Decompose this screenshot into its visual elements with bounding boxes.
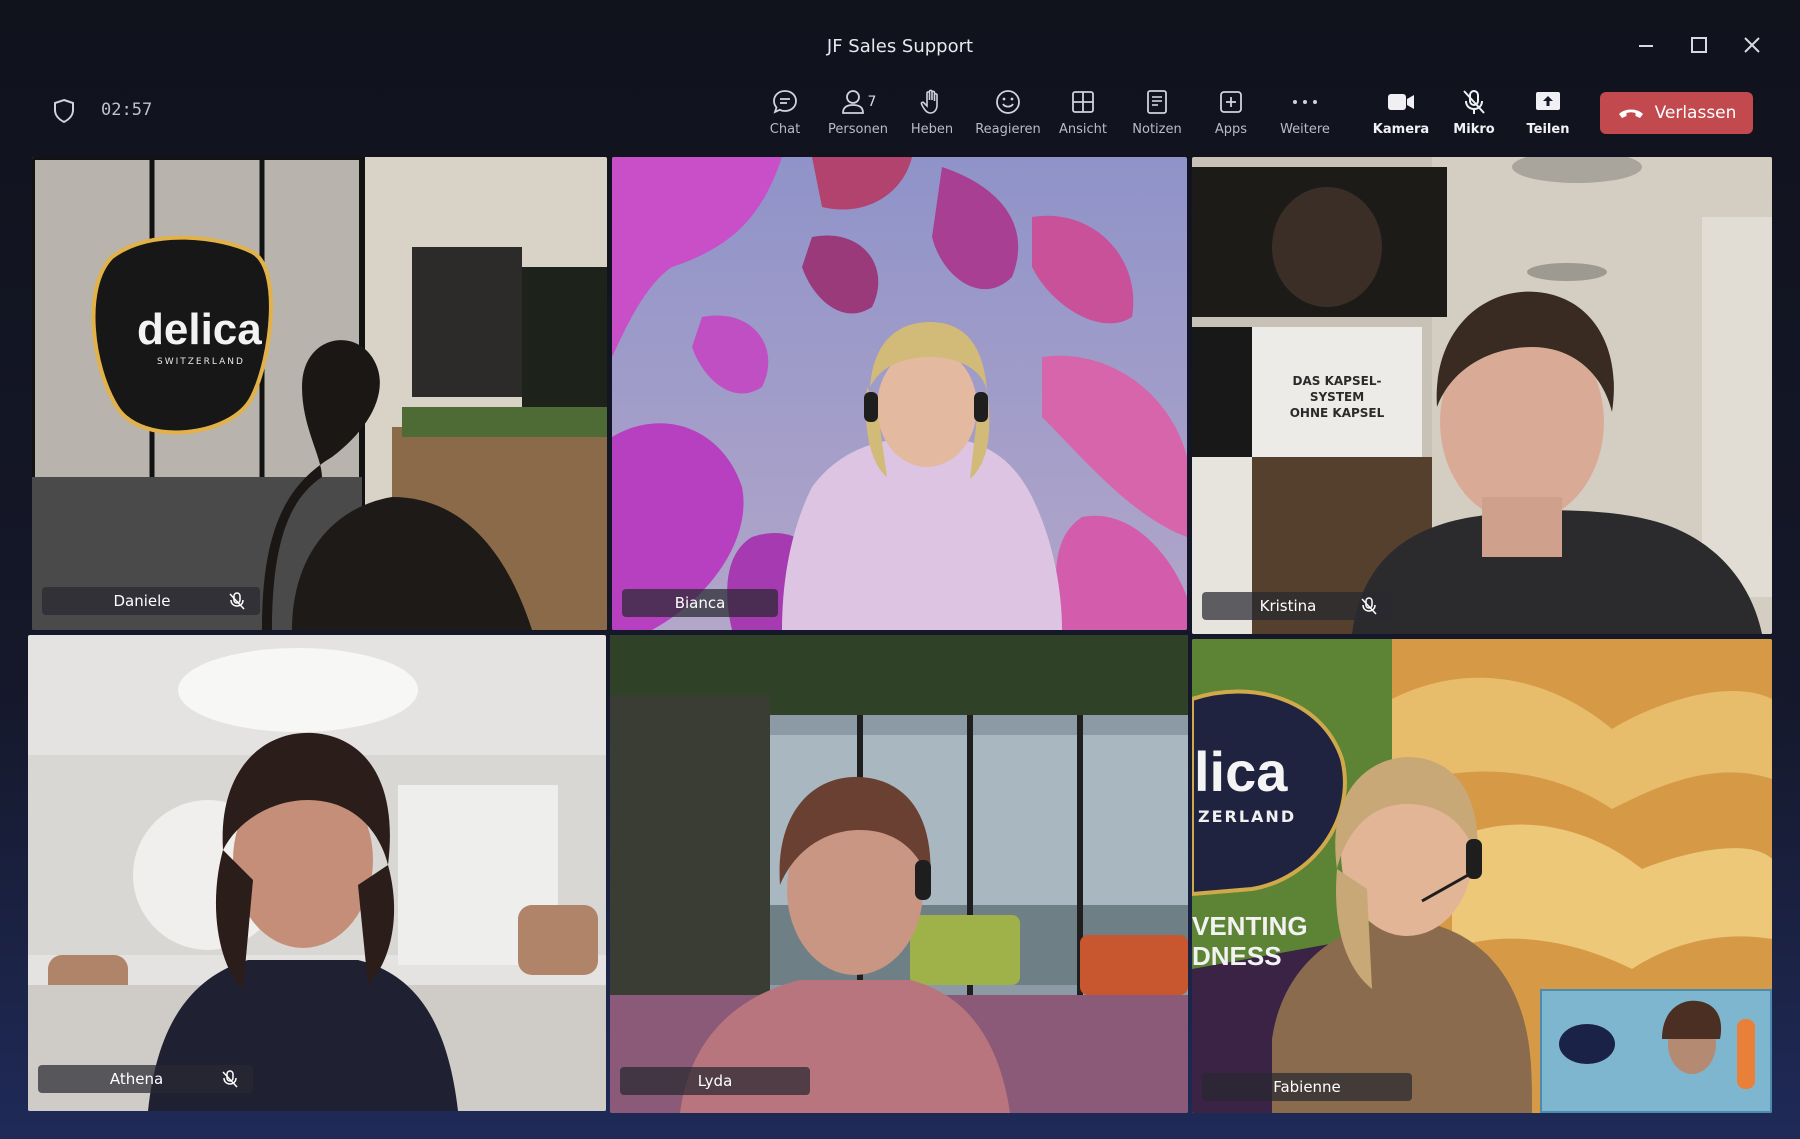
participant-tile-fabienne[interactable]: lica ZERLAND VENTING DNESS Fabienne [1192, 639, 1772, 1113]
banner-logo-text: lica [1194, 740, 1288, 803]
participant-name: Kristina [1259, 597, 1317, 615]
participant-tile-lyda[interactable]: Lyda [610, 635, 1188, 1113]
more-dots-icon [1293, 100, 1317, 104]
share-button[interactable]: Teilen [1511, 86, 1585, 144]
nameplate-kristina: Kristina [1202, 592, 1392, 620]
participant-name: Bianca [674, 594, 726, 612]
nameplate-daniele: Daniele [42, 587, 260, 615]
people-label: Personen [828, 122, 888, 137]
nameplate-lyda: Lyda [620, 1067, 810, 1095]
react-label: Reagieren [975, 122, 1041, 137]
people-button[interactable]: 7 Personen [821, 86, 895, 144]
chat-icon [773, 90, 797, 114]
participant-tile-bianca[interactable]: Bianca [612, 157, 1187, 630]
view-label: Ansicht [1058, 122, 1107, 137]
notes-button[interactable]: Notizen [1120, 86, 1194, 144]
delica-logo-subtext: SWITZERLAND [157, 357, 245, 367]
participant-tile-daniele[interactable]: delica SWITZERLAND Daniele [32, 157, 607, 630]
terrace-background [610, 635, 1188, 1113]
more-button[interactable]: Weitere [1268, 86, 1342, 144]
share-label: Teilen [1526, 122, 1570, 137]
mic-label: Mikro [1453, 122, 1495, 137]
mic-off-icon [222, 1070, 238, 1088]
participant-tile-athena[interactable]: Athena [28, 635, 606, 1111]
hang-up-icon [1618, 109, 1643, 118]
people-count: 7 [867, 94, 877, 110]
banner-slogan-line2: DNESS [1192, 941, 1282, 971]
teams-meeting-window: JF Sales Support 02:57 Chat 7 Personen H… [0, 0, 1800, 1139]
view-button[interactable]: Ansicht [1046, 86, 1120, 144]
nameplate-athena: Athena [38, 1065, 253, 1093]
nameplate-fabienne: Fabienne [1202, 1073, 1412, 1101]
leave-button[interactable]: Verlassen [1600, 92, 1753, 134]
camera-icon [1388, 94, 1414, 110]
mic-off-icon [229, 592, 245, 610]
office-background [32, 157, 607, 630]
chat-label: Chat [769, 122, 801, 137]
mic-button[interactable]: Mikro [1437, 86, 1511, 144]
shield-icon [54, 98, 74, 124]
react-button[interactable]: Reagieren [971, 86, 1045, 144]
minimize-button[interactable] [1626, 30, 1666, 60]
share-screen-icon [1536, 92, 1560, 110]
participant-name: Lyda [697, 1072, 733, 1090]
title-bar: JF Sales Support [0, 0, 1800, 90]
smiley-icon [996, 90, 1020, 114]
people-icon [841, 90, 864, 114]
delica-banner-background [1192, 639, 1772, 1113]
leave-label: Verlassen [1654, 103, 1737, 123]
nameplate-bianca: Bianca [622, 589, 778, 617]
raise-hand-label: Heben [910, 122, 954, 137]
flower-background [612, 157, 1187, 630]
delica-logo-text: delica [137, 305, 262, 354]
banner-logo-subtext: ZERLAND [1198, 807, 1297, 826]
white-room-background [28, 635, 606, 1111]
notes-icon [1147, 90, 1167, 114]
add-app-icon [1220, 91, 1242, 113]
banner-slogan-line1: VENTING [1192, 911, 1308, 941]
apps-label: Apps [1214, 122, 1248, 137]
mic-off-icon [1463, 90, 1485, 114]
participant-tile-kristina[interactable]: DAS KAPSEL- SYSTEM OHNE KAPSEL Kristina [1192, 157, 1772, 634]
participant-name: Athena [109, 1070, 164, 1088]
camera-button[interactable]: Kamera [1364, 86, 1438, 144]
minimize-icon [1639, 45, 1653, 47]
meeting-timer: 02:57 [101, 100, 153, 120]
close-icon [1744, 37, 1760, 53]
maximize-button[interactable] [1679, 30, 1719, 60]
camera-label: Kamera [1372, 122, 1430, 137]
more-label: Weitere [1280, 122, 1330, 137]
poster-text: DAS KAPSEL- SYSTEM OHNE KAPSEL [1289, 374, 1385, 420]
chat-button[interactable]: Chat [748, 86, 822, 144]
grid-view-icon [1072, 91, 1094, 113]
participant-name: Fabienne [1273, 1078, 1341, 1096]
mic-off-icon [1361, 597, 1377, 615]
apps-button[interactable]: Apps [1194, 86, 1268, 144]
participant-name: Daniele [113, 592, 171, 610]
raise-hand-icon [920, 89, 938, 114]
notes-label: Notizen [1132, 122, 1182, 137]
window-title: JF Sales Support [826, 36, 974, 57]
raise-hand-button[interactable]: Heben [895, 86, 969, 144]
close-button[interactable] [1732, 30, 1772, 60]
maximize-icon [1691, 37, 1707, 53]
